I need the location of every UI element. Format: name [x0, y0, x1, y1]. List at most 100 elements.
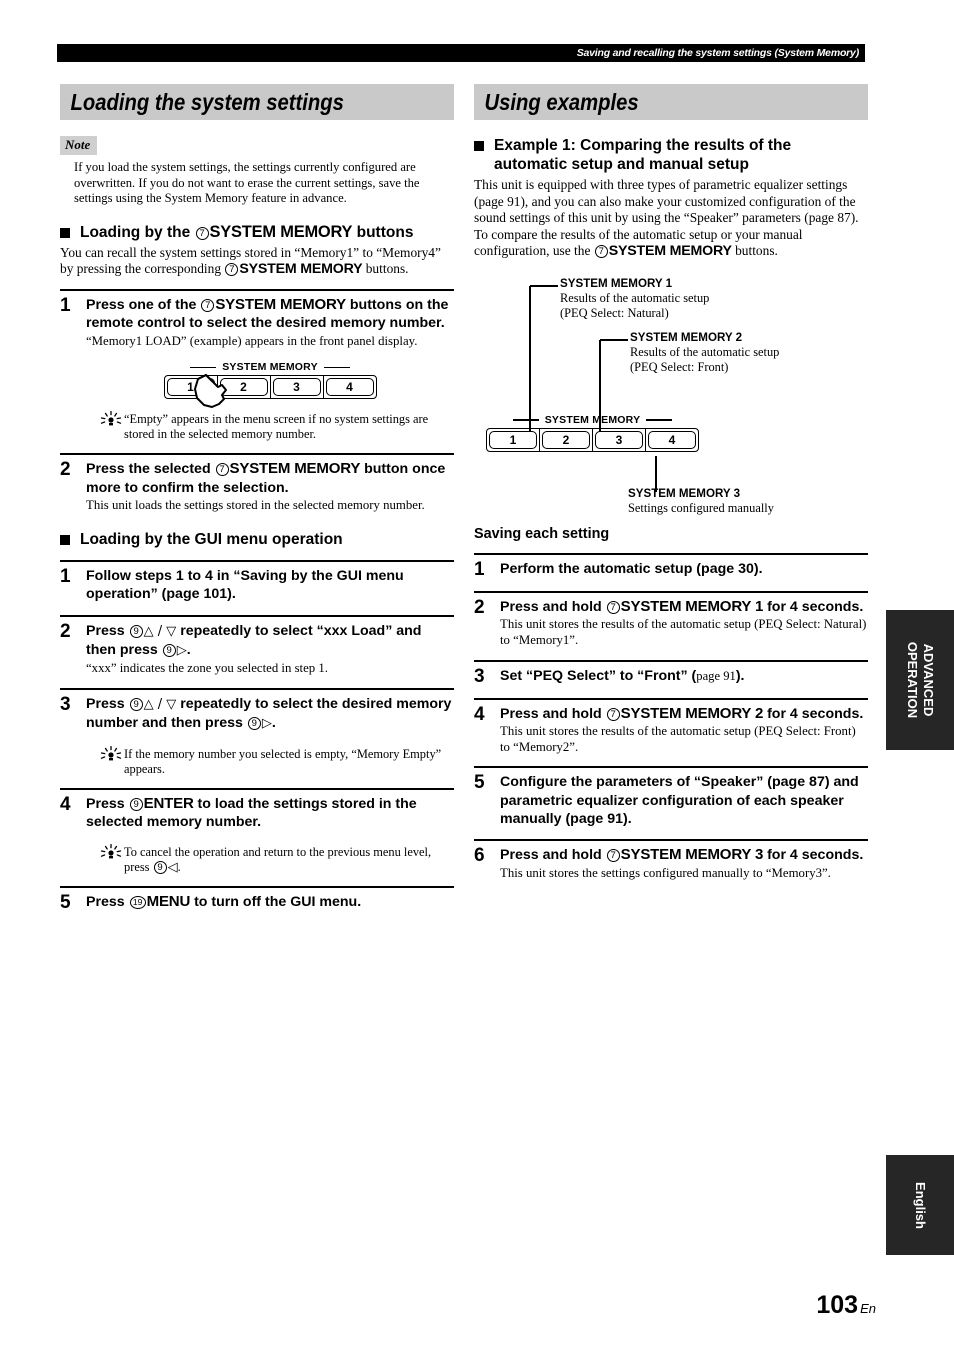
gui-step-4: 4 Press 9 ENTER to load the settings stor… [60, 787, 454, 875]
saving-step-1: 1 Perform the automatic setup (page 30). [474, 552, 868, 580]
subheading-saving-each-setting: Saving each setting [474, 525, 610, 542]
tip-3-post: . [177, 859, 181, 874]
intro-paragraph-left: You can recall the system settings store… [60, 245, 454, 278]
diagram-button-cell-3: 3 [592, 428, 645, 451]
gui-step-4-title: Press 9 ENTER to load the settings stored… [86, 795, 454, 832]
gui-step-1: 1 Follow steps 1 to 4 in “Saving by the … [60, 559, 454, 604]
pointing-hand-icon [193, 374, 227, 409]
circled-number-9b: 9 [162, 644, 176, 657]
circled-number-19: 19 [129, 895, 146, 909]
saving-step-2-post: for 4 seconds. [763, 598, 864, 615]
menu-label: MENU [146, 892, 191, 910]
figure-caption: SYSTEM MEMORY [164, 361, 377, 373]
diagram-button-cell-4: 4 [645, 428, 698, 451]
step-1-number: 1 [60, 294, 71, 316]
saving-step-4-title: Press and hold 7 SYSTEM MEMORY 2 for 4 se… [500, 705, 868, 723]
intro-text-2: buttons. [362, 261, 409, 277]
circled-number-7h: 7 [606, 849, 620, 863]
circled-number-9: 9 [129, 624, 143, 638]
gui-step-2-number: 2 [60, 620, 71, 642]
gui-step-3-pre: Press [86, 696, 129, 712]
right-arrow-icon-2: ▷ [261, 716, 272, 732]
saving-step-6-title: Press and hold 7 SYSTEM MEMORY 3 for 4 se… [500, 846, 868, 864]
heading-example-1: Example 1: Comparing the results of the … [474, 136, 868, 174]
diagram-system-memory-key-4[interactable]: 4 [648, 430, 696, 449]
note-label: Note [60, 136, 98, 155]
tip-1: “Empty” appears in the menu screen if no… [86, 411, 454, 442]
page-folio: 103 En [816, 1291, 876, 1320]
note-body: If you load the system settings, the set… [74, 160, 420, 206]
saving-step-2-sub: This unit stores the results of the auto… [500, 617, 867, 647]
diagram-label-2-line1: Results of the automatic setup [630, 344, 780, 359]
left-section-banner-text: Loading the system settings [60, 84, 454, 120]
gui-step-5-post: to turn off the GUI menu. [190, 893, 362, 910]
circled-number-9f: 9 [153, 860, 167, 874]
circled-number-7f: 7 [606, 600, 620, 614]
diagram-label-2-line2: (PEQ Select: Front) [630, 359, 729, 374]
heading-pre: Loading by the [80, 223, 195, 241]
system-memory-key-4[interactable]: 4 [325, 378, 374, 397]
saving-step-6-bold: SYSTEM MEMORY 3 [620, 846, 764, 864]
heading-post: buttons [352, 223, 414, 241]
diagram-caption-rule-right [646, 419, 673, 421]
side-tab-language: English [886, 1155, 954, 1255]
square-bullet-icon-2 [60, 534, 70, 545]
enter-label: ENTER [143, 794, 194, 812]
gui-step-1-title: Follow steps 1 to 4 in “Saving by the GU… [86, 567, 404, 603]
page-number: 103 [816, 1291, 859, 1319]
side-tab-advanced-line-1: ADVANCED [921, 643, 937, 717]
heading-loading-by-gui-text: Loading by the GUI menu operation [80, 530, 343, 548]
step-2-pre: Press the selected [86, 461, 215, 478]
diagram-system-memory-key-2[interactable]: 2 [542, 430, 590, 449]
saving-step-6: 6 Press and hold 7 SYSTEM MEMORY 3 for 4 … [474, 839, 868, 881]
diagram-caption-rule-left [512, 419, 539, 421]
tip-bulb-icon-2 [100, 745, 122, 761]
gui-step-2-post: . [186, 642, 191, 658]
intro-right-text-2: buttons. [731, 243, 778, 259]
saving-step-3-post: ). [735, 667, 745, 684]
diagram-system-memory-key-3[interactable]: 3 [595, 430, 643, 449]
circled-number-7c: 7 [201, 298, 215, 312]
saving-step-3-title: Set “PEQ Select” to “Front” (page 91). [500, 667, 868, 685]
caption-rule-right [323, 366, 350, 369]
gui-step-2-pre: Press [86, 622, 129, 639]
intro-paragraph-right: This unit is equipped with three types o… [474, 177, 868, 260]
updown-arrows-icon-2: △ / ▽ [143, 697, 177, 712]
gui-step-1-number: 1 [60, 565, 71, 587]
step-1-left: 1 Press one of the 7 SYSTEM MEMORY button… [60, 288, 454, 442]
step-1-bold: SYSTEM MEMORY [215, 295, 346, 313]
heading-loading-by-buttons: Loading by the 7 SYSTEM MEMORY buttons [60, 223, 454, 242]
example-diagram: SYSTEM MEMORY 1 Results of the automatic… [474, 274, 868, 522]
saving-step-4-post: for 4 seconds. [763, 705, 864, 722]
diagram-label-memory-3: SYSTEM MEMORY 3 Settings configured manu… [628, 487, 774, 516]
system-memory-key-3[interactable]: 3 [272, 378, 321, 397]
square-bullet-icon [60, 227, 70, 238]
heading-loading-by-gui: Loading by the GUI menu operation [60, 530, 454, 549]
left-arrow-icon: ◁ [167, 859, 178, 875]
diagram-label-1-title: SYSTEM MEMORY 1 [560, 276, 673, 290]
step-1-sub: “Memory1 LOAD” (example) appears in the … [86, 333, 418, 348]
saving-step-3-page: page 91 [696, 668, 736, 683]
side-tab-language-text: English [912, 1181, 928, 1229]
left-column: Loading the system settings Note If you … [60, 84, 454, 913]
running-head-text: Saving and recalling the system settings… [576, 47, 860, 59]
circled-number-7g: 7 [606, 707, 620, 721]
tip-2: If the memory number you selected is emp… [86, 745, 454, 777]
caption-rule-left [190, 366, 217, 369]
side-tab-advanced-operation: ADVANCED OPERATION [886, 610, 954, 750]
gui-step-4-pre: Press [86, 795, 129, 812]
tip-2-text: If the memory number you selected is emp… [124, 746, 442, 776]
gui-step-3-number: 3 [60, 694, 71, 715]
heading-loading-by-buttons-text: Loading by the 7 SYSTEM MEMORY buttons [80, 223, 454, 242]
diagram-system-memory-key-1[interactable]: 1 [489, 430, 537, 449]
heading-bold: SYSTEM MEMORY [209, 222, 353, 241]
gui-step-4-number: 4 [60, 793, 71, 815]
circled-number-9d: 9 [247, 717, 261, 731]
saving-step-2-bold: SYSTEM MEMORY 1 [620, 597, 764, 615]
step-1-pre: Press one of the [86, 296, 201, 313]
circled-number-7e: 7 [594, 245, 608, 259]
diagram-button-group: SYSTEM MEMORY 1 2 3 4 [486, 414, 699, 452]
gui-step-5-number: 5 [60, 891, 71, 913]
tip-3-text: To cancel the operation and return to th… [124, 845, 454, 875]
updown-arrows-icon: △ / ▽ [143, 623, 177, 639]
